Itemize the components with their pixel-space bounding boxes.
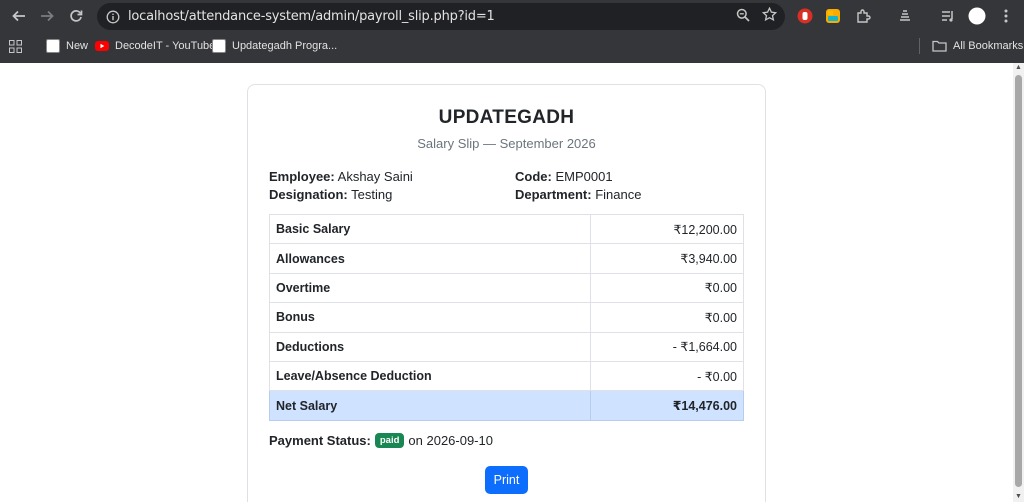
browser-chrome: localhost/attendance-system/admin/payrol… <box>0 0 1024 63</box>
row-label: Leave/Absence Deduction <box>269 360 591 392</box>
bookmark-item-new[interactable]: New <box>46 37 88 55</box>
code-label: Code: <box>515 169 552 184</box>
scroll-up-icon[interactable]: ▲ <box>1015 64 1022 71</box>
bookmark-item-updategadh[interactable]: Updategadh Progra... <box>212 37 337 55</box>
reload-icon <box>70 10 83 22</box>
table-row: Overtime ₹0.00 <box>269 272 744 304</box>
scroll-down-icon[interactable]: ▼ <box>1015 493 1022 500</box>
bookmark-item-decodeit[interactable]: DecodeIT - YouTube <box>95 37 215 55</box>
net-salary-row: Net Salary ₹14,476.00 <box>269 390 744 421</box>
site-info-icon[interactable] <box>104 8 122 26</box>
reload-button[interactable] <box>62 2 90 30</box>
table-row: Basic Salary ₹12,200.00 <box>269 213 744 245</box>
row-amount: ₹12,200.00 <box>590 213 744 245</box>
bookmark-label: DecodeIT - YouTube <box>115 40 216 52</box>
extension-colorful-icon[interactable] <box>823 6 843 26</box>
net-salary-label: Net Salary <box>269 390 591 421</box>
designation-info: Designation: Testing <box>269 187 392 202</box>
code-value: EMP0001 <box>555 169 613 184</box>
forward-arrow-icon <box>41 10 54 22</box>
payment-status: Payment Status: paid on 2026-09-10 <box>269 433 493 448</box>
status-badge: paid <box>374 433 405 448</box>
updategadh-logo-icon <box>46 39 60 53</box>
profile-avatar-icon[interactable] <box>967 6 987 26</box>
row-amount: ₹3,940.00 <box>590 243 744 274</box>
bookmark-label: Updategadh Progra... <box>232 40 338 52</box>
reading-list-icon[interactable] <box>938 6 958 26</box>
all-bookmarks-label: All Bookmarks <box>953 40 1024 52</box>
updategadh-logo-icon <box>212 39 226 53</box>
department-value: Finance <box>595 187 642 202</box>
browser-menu-icon[interactable] <box>996 6 1016 26</box>
department-label: Department: <box>515 187 592 202</box>
performance-icon[interactable] <box>895 6 915 26</box>
table-row: Allowances ₹3,940.00 <box>269 243 744 274</box>
row-amount: ₹0.00 <box>590 272 744 304</box>
bookmarks-divider <box>919 38 920 54</box>
row-label: Allowances <box>269 243 591 274</box>
folder-icon <box>932 40 947 52</box>
slip-subtitle: Salary Slip — September 2026 <box>417 136 596 151</box>
forward-button[interactable] <box>33 2 61 30</box>
back-button[interactable] <box>5 2 33 30</box>
print-button[interactable]: Print <box>485 466 528 494</box>
table-row: Leave/Absence Deduction - ₹0.00 <box>269 360 744 392</box>
back-arrow-icon <box>12 10 25 22</box>
designation-value: Testing <box>351 187 393 202</box>
salary-slip-card: UPDATEGADH Salary Slip — September 2026 … <box>247 84 766 502</box>
payment-date: on 2026-09-10 <box>408 433 493 448</box>
department-info: Department: Finance <box>515 187 641 202</box>
address-bar[interactable]: localhost/attendance-system/admin/payrol… <box>97 3 785 30</box>
code-info: Code: EMP0001 <box>515 169 613 184</box>
salary-table: Basic Salary ₹12,200.00 Allowances ₹3,94… <box>269 213 744 421</box>
page-scrollbar[interactable]: ▲ ▼ <box>1013 63 1024 502</box>
company-name: UPDATEGADH <box>438 107 575 128</box>
bookmark-star-icon[interactable] <box>761 6 778 27</box>
row-label: Deductions <box>269 331 591 362</box>
extension-hand-icon[interactable] <box>795 6 815 26</box>
row-label: Bonus <box>269 302 591 333</box>
extensions-puzzle-icon[interactable] <box>853 6 873 26</box>
employee-label: Employee: <box>269 169 335 184</box>
apps-grid-icon[interactable] <box>9 37 22 55</box>
designation-label: Designation: <box>269 187 348 202</box>
row-amount: - ₹0.00 <box>590 360 744 392</box>
employee-info: Employee: Akshay Saini <box>269 169 413 184</box>
all-bookmarks-button[interactable]: All Bookmarks <box>932 37 1023 55</box>
net-salary-amount: ₹14,476.00 <box>590 390 744 421</box>
youtube-icon <box>95 41 109 51</box>
row-amount: - ₹1,664.00 <box>590 331 744 362</box>
row-label: Basic Salary <box>269 213 591 245</box>
table-row: Deductions - ₹1,664.00 <box>269 331 744 362</box>
url-text: localhost/attendance-system/admin/payrol… <box>128 9 495 24</box>
zoom-icon[interactable] <box>736 8 750 27</box>
employee-value: Akshay Saini <box>337 169 413 184</box>
table-row: Bonus ₹0.00 <box>269 302 744 333</box>
row-label: Overtime <box>269 272 591 304</box>
row-amount: ₹0.00 <box>590 302 744 333</box>
page-viewport: UPDATEGADH Salary Slip — September 2026 … <box>0 63 1013 502</box>
payment-status-label: Payment Status: <box>269 433 371 448</box>
bookmark-label: New <box>66 40 89 52</box>
scroll-thumb[interactable] <box>1015 75 1022 487</box>
